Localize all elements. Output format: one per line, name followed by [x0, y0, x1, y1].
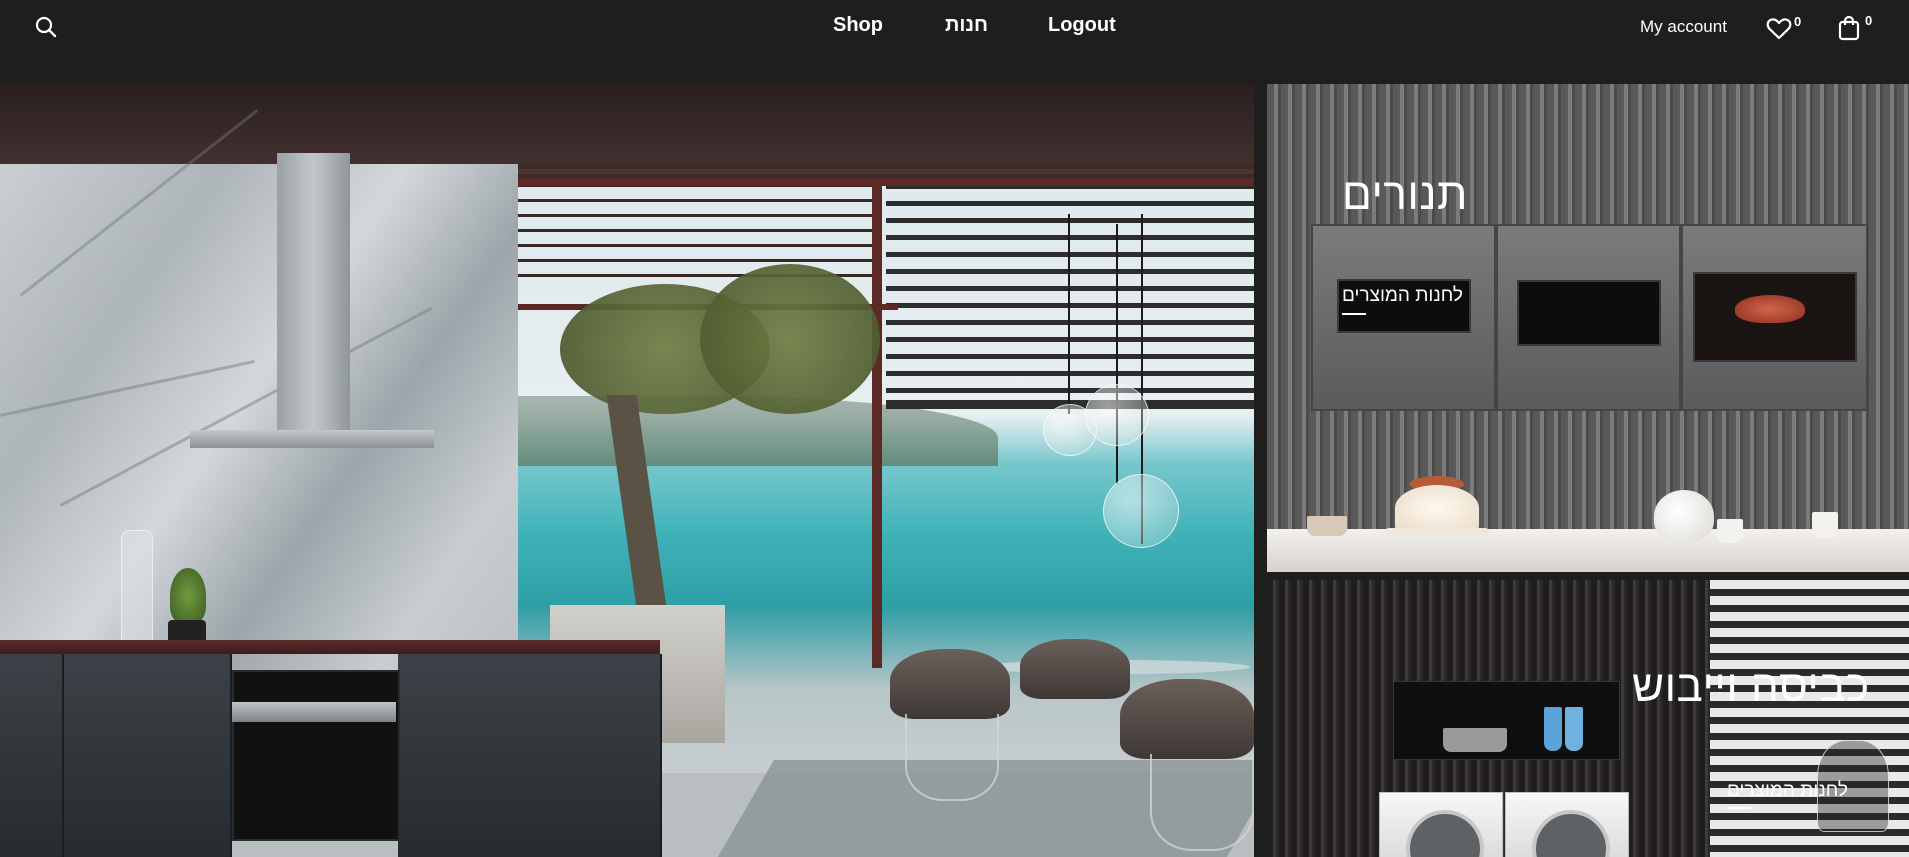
cup: [1717, 519, 1743, 543]
pendant-globe: [1085, 384, 1149, 446]
hero-kitchen-image: [0, 84, 1254, 857]
dining-chair: [1020, 639, 1130, 699]
plate-stack: [1307, 516, 1347, 536]
heart-icon: [1766, 18, 1792, 40]
search-button[interactable]: [34, 15, 60, 41]
category-tile-laundry[interactable]: כביסה וייבוש לחנות המוצרים: [1267, 580, 1909, 857]
glass-bottle: [121, 530, 153, 648]
category-tile-ovens[interactable]: תנורים לחנות המוצרים: [1267, 84, 1909, 572]
column-gap: [1254, 84, 1267, 857]
ceiling-trim: [0, 84, 1254, 164]
tree-crown: [700, 264, 880, 414]
teapot: [1654, 490, 1714, 542]
cart-count-badge: 0: [1865, 13, 1873, 28]
chair-base: [1150, 754, 1254, 851]
pendant-globe: [1103, 474, 1179, 548]
top-header: Shop חנות Logout My account 0 0: [0, 0, 1909, 84]
range-hood: [190, 430, 434, 448]
wall-niche: [1393, 681, 1620, 760]
louver-right: [886, 184, 1254, 409]
detergent-bottle: [1544, 707, 1562, 751]
category-link-laundry[interactable]: לחנות המוצרים: [1727, 780, 1848, 802]
cabinet: [398, 654, 662, 857]
dining-chair: [890, 649, 1010, 719]
dining-chair: [1120, 679, 1254, 759]
nav-logout-link[interactable]: Logout: [1048, 14, 1116, 37]
range-hood-chimney: [277, 153, 350, 430]
category-link-ovens[interactable]: לחנות המוצרים: [1342, 285, 1463, 307]
category-title-ovens: תנורים: [1342, 170, 1468, 219]
shopping-bag-icon: [1838, 15, 1860, 41]
wishlist-button[interactable]: 0: [1766, 14, 1804, 42]
nav-store-link[interactable]: חנות: [945, 14, 988, 37]
cabinet: [0, 654, 64, 857]
washer-door: [1406, 810, 1484, 857]
wishlist-count-badge: 0: [1794, 14, 1802, 29]
cabinet: [64, 654, 232, 857]
tile-divider: [1267, 572, 1909, 580]
tumble-dryer: [1505, 792, 1629, 857]
kitchen-shelf: [1267, 529, 1909, 572]
category-title-laundry: כביסה וייבוש: [1632, 662, 1870, 711]
nav-shop-link[interactable]: Shop: [833, 14, 883, 37]
search-icon: [35, 16, 57, 38]
roast-dish: [1735, 295, 1805, 323]
washing-machine: [1379, 792, 1503, 857]
built-in-oven: [232, 670, 400, 841]
my-account-link[interactable]: My account: [1640, 17, 1727, 37]
oven-handle-bar: [232, 702, 396, 722]
dryer-door: [1532, 810, 1610, 857]
plant: [170, 568, 206, 623]
coffee-machine-window: [1517, 280, 1661, 346]
pavlova-cake: [1395, 485, 1479, 531]
window-frame-post: [872, 178, 882, 668]
link-underline: [1727, 807, 1751, 809]
window-frame-top: [518, 178, 1254, 186]
cake-stand: [1385, 528, 1489, 536]
kitchen-counter: [0, 640, 660, 654]
towel-stack: [1443, 728, 1507, 752]
link-underline: [1342, 313, 1366, 315]
chair-base: [905, 714, 999, 801]
detergent-bottle: [1565, 707, 1583, 751]
cup: [1812, 512, 1838, 538]
cart-button[interactable]: 0: [1837, 13, 1875, 43]
pendant-cord: [1068, 214, 1070, 414]
